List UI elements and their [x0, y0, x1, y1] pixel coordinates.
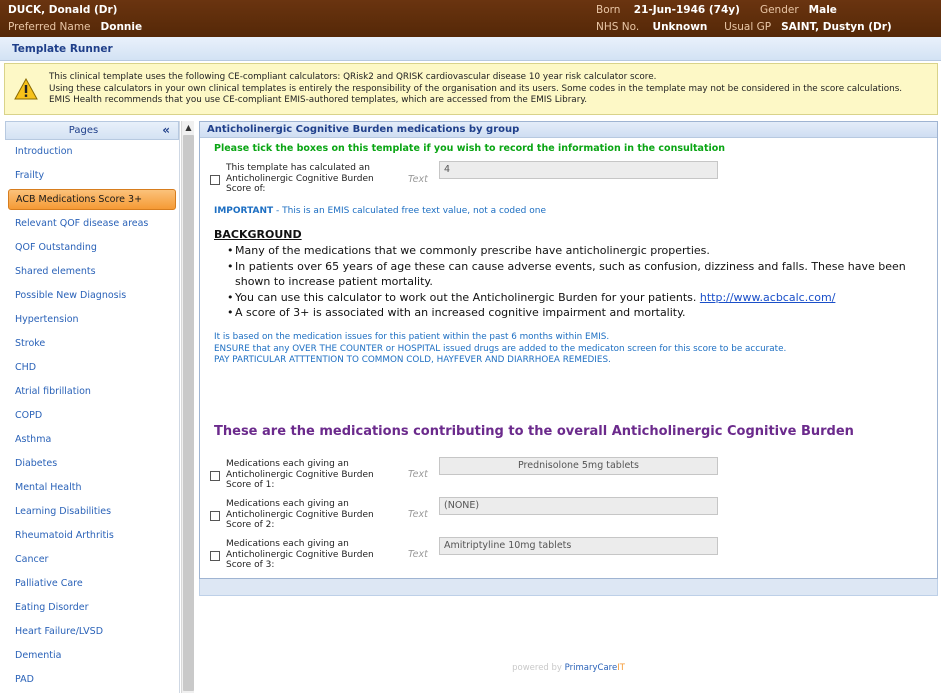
scroll-thumb[interactable]	[183, 135, 194, 691]
medications-heading: These are the medications contributing t…	[214, 424, 854, 439]
bullet-item: In patients over 65 years of age these c…	[227, 259, 907, 290]
sidebar-item-learning-disabilities[interactable]: Learning Disabilities	[5, 500, 179, 524]
sidebar-item-hypertension[interactable]: Hypertension	[5, 308, 179, 332]
background-heading: BACKGROUND	[214, 228, 302, 241]
patient-banner: DUCK, Donald (Dr) Preferred Name Donnie …	[0, 0, 941, 37]
score-field-value[interactable]: 4	[439, 161, 718, 179]
med-field-label: Medications each giving an Anticholinerg…	[226, 539, 374, 570]
sidebar-item-introduction[interactable]: Introduction	[5, 140, 179, 164]
born-label: Born	[596, 4, 621, 16]
sidebar-item-frailty[interactable]: Frailty	[5, 164, 179, 188]
acbcalc-link[interactable]: http://www.acbcalc.com/	[700, 291, 836, 304]
med-field-type: Text	[408, 509, 428, 520]
pages-sidebar: Pages « Introduction Frailty ACB Medicat…	[5, 121, 180, 693]
preferred-name-value: Donnie	[100, 21, 143, 33]
sidebar-item-mental-health[interactable]: Mental Health	[5, 476, 179, 500]
sidebar-item-palliative-care[interactable]: Palliative Care	[5, 572, 179, 596]
gender-value: Male	[808, 4, 837, 16]
score-checkbox[interactable]	[210, 175, 220, 185]
background-bullets: Many of the medications that we commonly…	[227, 243, 907, 321]
acb-section: Anticholinergic Cognitive Burden medicat…	[199, 121, 938, 579]
sidebar-item-pad[interactable]: PAD	[5, 668, 179, 692]
warning-banner: This clinical template uses the followin…	[4, 63, 938, 115]
score-field-type: Text	[408, 174, 428, 185]
gender-label: Gender	[759, 4, 799, 16]
important-note: IMPORTANT - This is an EMIS calculated f…	[214, 206, 546, 216]
warning-text: This clinical template uses the followin…	[49, 72, 902, 107]
sidebar-item-asthma[interactable]: Asthma	[5, 428, 179, 452]
sidebar-item-possible-new-diagnosis[interactable]: Possible New Diagnosis	[5, 284, 179, 308]
section-divider	[199, 579, 938, 596]
sidebar-item-chd[interactable]: CHD	[5, 356, 179, 380]
bullet-item: A score of 3+ is associated with an incr…	[227, 305, 907, 321]
sidebar-item-dementia[interactable]: Dementia	[5, 644, 179, 668]
powered-by: powered by PrimaryCareIT	[199, 663, 938, 673]
powered-prefix: powered by	[512, 663, 565, 673]
patient-name: DUCK, Donald (Dr)	[8, 4, 118, 16]
template-content: Anticholinergic Cognitive Burden medicat…	[199, 121, 938, 693]
sidebar-item-atrial-fibrillation[interactable]: Atrial fibrillation	[5, 380, 179, 404]
collapse-sidebar-icon[interactable]: «	[162, 123, 170, 137]
med-score-3-checkbox[interactable]	[210, 551, 220, 561]
sidebar-item-acb-medications[interactable]: ACB Medications Score 3+	[8, 189, 176, 210]
brand-it: IT	[617, 663, 625, 673]
pages-title: Pages	[68, 125, 99, 136]
med-field-type: Text	[408, 469, 428, 480]
sidebar-item-copd[interactable]: COPD	[5, 404, 179, 428]
sidebar-item-diabetes[interactable]: Diabetes	[5, 452, 179, 476]
sidebar-item-relevant-qof[interactable]: Relevant QOF disease areas	[5, 212, 179, 236]
section-title: Anticholinergic Cognitive Burden medicat…	[200, 122, 937, 138]
sidebar-item-stroke[interactable]: Stroke	[5, 332, 179, 356]
sidebar-item-eating-disorder[interactable]: Eating Disorder	[5, 596, 179, 620]
warning-line: Using these calculators in your own clin…	[49, 83, 903, 94]
vertical-scrollbar[interactable]: ▲	[181, 121, 194, 693]
born-gender: Born 21-Jun-1946 (74y) Gender Male	[596, 4, 837, 16]
nhs-label: NHS No.	[596, 21, 640, 33]
warning-line: EMIS Health recommends that you use CE-c…	[49, 95, 588, 105]
pages-list: Introduction Frailty ACB Medications Sco…	[5, 140, 179, 692]
med-field-label: Medications each giving an Anticholinerg…	[226, 459, 374, 490]
note-line: PAY PARTICULAR ATTTENTION TO COMMON COLD…	[214, 355, 611, 365]
warning-line: This clinical template uses the followin…	[49, 72, 657, 82]
med-field-label: Medications each giving an Anticholinerg…	[226, 499, 374, 530]
brand-primarycare: PrimaryCare	[564, 663, 618, 673]
med-score-1-checkbox[interactable]	[210, 471, 220, 481]
sidebar-item-heart-failure[interactable]: Heart Failure/LVSD	[5, 620, 179, 644]
nhs-value: Unknown	[652, 21, 708, 33]
med-score-2-checkbox[interactable]	[210, 511, 220, 521]
pages-header: Pages «	[5, 121, 179, 140]
gp-label: Usual GP	[724, 21, 772, 33]
sidebar-item-shared-elements[interactable]: Shared elements	[5, 260, 179, 284]
med-score-3-value[interactable]: Amitriptyline 10mg tablets	[439, 537, 718, 555]
important-label: IMPORTANT	[214, 206, 274, 216]
preferred-name: Preferred Name Donnie	[8, 21, 142, 33]
sidebar-item-qof-outstanding[interactable]: QOF Outstanding	[5, 236, 179, 260]
nhs-gp: NHS No. Unknown Usual GP SAINT, Dustyn (…	[596, 21, 892, 33]
med-field-type: Text	[408, 549, 428, 560]
warning-icon	[14, 78, 38, 100]
med-score-2-value[interactable]: (NONE)	[439, 497, 718, 515]
score-field-label: This template has calculated an Antichol…	[226, 163, 374, 194]
note-line: ENSURE that any OVER THE COUNTER or HOSP…	[214, 343, 787, 354]
bullet-item: You can use this calculator to work out …	[227, 290, 907, 306]
instruction-text: Please tick the boxes on this template i…	[214, 143, 726, 154]
preferred-name-label: Preferred Name	[8, 21, 91, 33]
gp-value: SAINT, Dustyn (Dr)	[781, 21, 892, 33]
born-value: 21-Jun-1946 (74y)	[633, 4, 740, 16]
note-line: It is based on the medication issues for…	[214, 332, 610, 342]
sidebar-item-rheumatoid-arthritis[interactable]: Rheumatoid Arthritis	[5, 524, 179, 548]
bullet-text: You can use this calculator to work out …	[235, 290, 697, 304]
medication-notes: It is based on the medication issues for…	[214, 332, 786, 367]
sidebar-item-cancer[interactable]: Cancer	[5, 548, 179, 572]
bullet-item: Many of the medications that we commonly…	[227, 243, 907, 259]
window-title: Template Runner	[0, 37, 941, 61]
scroll-up-icon[interactable]: ▲	[182, 121, 195, 134]
med-score-1-value[interactable]: Prednisolone 5mg tablets	[439, 457, 718, 475]
important-text: - This is an EMIS calculated free text v…	[273, 206, 546, 216]
